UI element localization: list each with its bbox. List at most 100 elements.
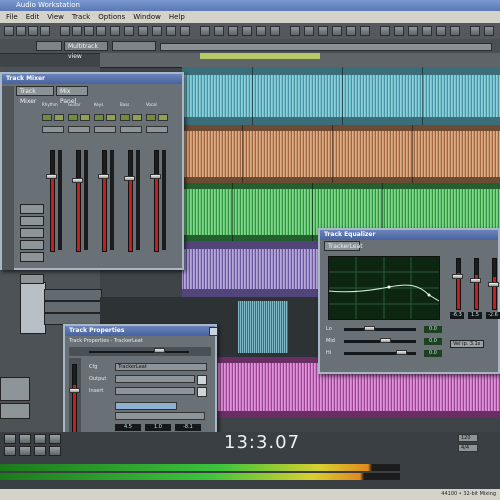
track-header-row[interactable] [44,289,102,301]
toolbar-button[interactable] [270,26,280,36]
menu-item-help[interactable]: Help [169,13,185,21]
solo-button[interactable] [132,114,142,121]
menu-item-track[interactable]: Track [72,13,90,21]
toolbar-button[interactable] [394,26,404,36]
solo-button[interactable] [158,114,168,121]
track-lane-1[interactable] [182,67,500,125]
channel-fader-knob[interactable] [98,174,109,179]
channel-fader-knob[interactable] [124,176,135,181]
eq-gain-fader-knob[interactable] [452,274,463,279]
insert-button[interactable] [146,126,168,133]
toolbar-button[interactable] [16,26,26,36]
chevron-down-icon[interactable] [197,387,207,397]
transport-button[interactable] [34,446,46,456]
transport-button[interactable] [49,434,61,444]
track-lane-2[interactable] [182,125,500,183]
mute-button[interactable] [94,114,104,121]
toolbar-button[interactable] [84,26,94,36]
insert-select-2[interactable] [115,412,205,420]
transport-button[interactable] [4,446,16,456]
mute-button[interactable] [146,114,156,121]
toolbar-button[interactable] [408,26,418,36]
transport-button[interactable] [4,434,16,444]
mixer-side-button[interactable] [20,228,44,238]
horizontal-scrollbar[interactable] [160,43,492,51]
menu-item-window[interactable]: Window [133,13,161,21]
insert-button[interactable] [68,126,90,133]
mixer-button[interactable] [20,274,44,284]
toolbar-button[interactable] [380,26,390,36]
mixer-side-button[interactable] [20,216,44,226]
toolbar-button[interactable] [484,26,494,36]
solo-button[interactable] [54,114,64,121]
eq-band-knob[interactable] [396,350,407,355]
toolbar-button[interactable] [470,26,480,36]
transport-button[interactable] [19,446,31,456]
menu-item-edit[interactable]: Edit [26,13,40,21]
toolbar-button[interactable] [214,26,224,36]
solo-button[interactable] [106,114,116,121]
channel-fader-knob[interactable] [72,178,83,183]
menu-item-file[interactable]: File [6,13,18,21]
loop-region[interactable] [200,53,320,59]
channel-fader-knob[interactable] [150,174,161,179]
transport-button[interactable] [19,434,31,444]
toolbar-button[interactable] [346,26,356,36]
eq-gain-fader-knob[interactable] [488,282,499,287]
mixer-side-button[interactable] [20,204,44,214]
solo-button[interactable] [80,114,90,121]
track-header-control[interactable] [0,403,30,419]
toolbar-button[interactable] [40,26,50,36]
toolbar-button[interactable] [256,26,266,36]
send-bar[interactable] [115,402,177,410]
eq-band-slider[interactable] [344,328,416,331]
cfg-field[interactable]: TrackerLeat [115,363,207,371]
eq-band-knob[interactable] [364,326,375,331]
track-header-control[interactable] [0,377,30,401]
channel-fader-knob[interactable] [46,174,57,179]
toolbar-button[interactable] [4,26,14,36]
eq-preset-button[interactable]: Vel ip. 3.1s [450,340,484,348]
volume-slider-row[interactable] [69,347,211,356]
track-fader-knob[interactable] [69,388,80,393]
track-header-row[interactable] [44,301,102,313]
toolbar-button[interactable] [60,26,70,36]
toolbar-button[interactable] [200,26,210,36]
timeline-ruler[interactable] [100,53,500,68]
mute-button[interactable] [42,114,52,121]
mute-button[interactable] [68,114,78,121]
volume-slider-knob[interactable] [154,348,165,353]
mixer-tab-1[interactable]: Track Mixer [16,86,54,105]
meter-field[interactable]: 4/4 [458,444,478,452]
toolbar-button[interactable] [28,26,38,36]
mixer-tab-2[interactable]: Mix Panel [56,86,88,105]
transport-button[interactable] [34,434,46,444]
toolbar-button[interactable] [332,26,342,36]
insert-button[interactable] [120,126,142,133]
toolbar-button[interactable] [228,26,238,36]
toolbar-button[interactable] [290,26,300,36]
track-header-panel[interactable] [20,282,46,334]
toolbar-button[interactable] [166,26,176,36]
tempo-field[interactable]: 120 [458,434,478,442]
toolbar-button[interactable] [180,26,190,36]
toolbar-button[interactable] [360,26,370,36]
tab-left[interactable] [36,41,62,51]
toolbar-button[interactable] [124,26,134,36]
eq-tab[interactable]: TrackerLeat [324,241,363,251]
toolbar-button[interactable] [72,26,82,36]
toolbar-button[interactable] [422,26,432,36]
tab-multitrack[interactable]: Multitrack view [64,41,108,60]
eq-gain-fader-knob[interactable] [470,278,481,283]
toolbar-button[interactable] [436,26,446,36]
toolbar-button[interactable] [242,26,252,36]
insert-select[interactable] [115,387,195,395]
toolbar-button[interactable] [304,26,314,36]
mixer-side-button[interactable] [20,240,44,250]
toolbar-button[interactable] [138,26,148,36]
audio-clip[interactable] [238,301,288,353]
mixer-side-button[interactable] [20,252,44,262]
toolbar-button[interactable] [152,26,162,36]
toolbar-button[interactable] [318,26,328,36]
close-icon[interactable] [209,327,218,336]
